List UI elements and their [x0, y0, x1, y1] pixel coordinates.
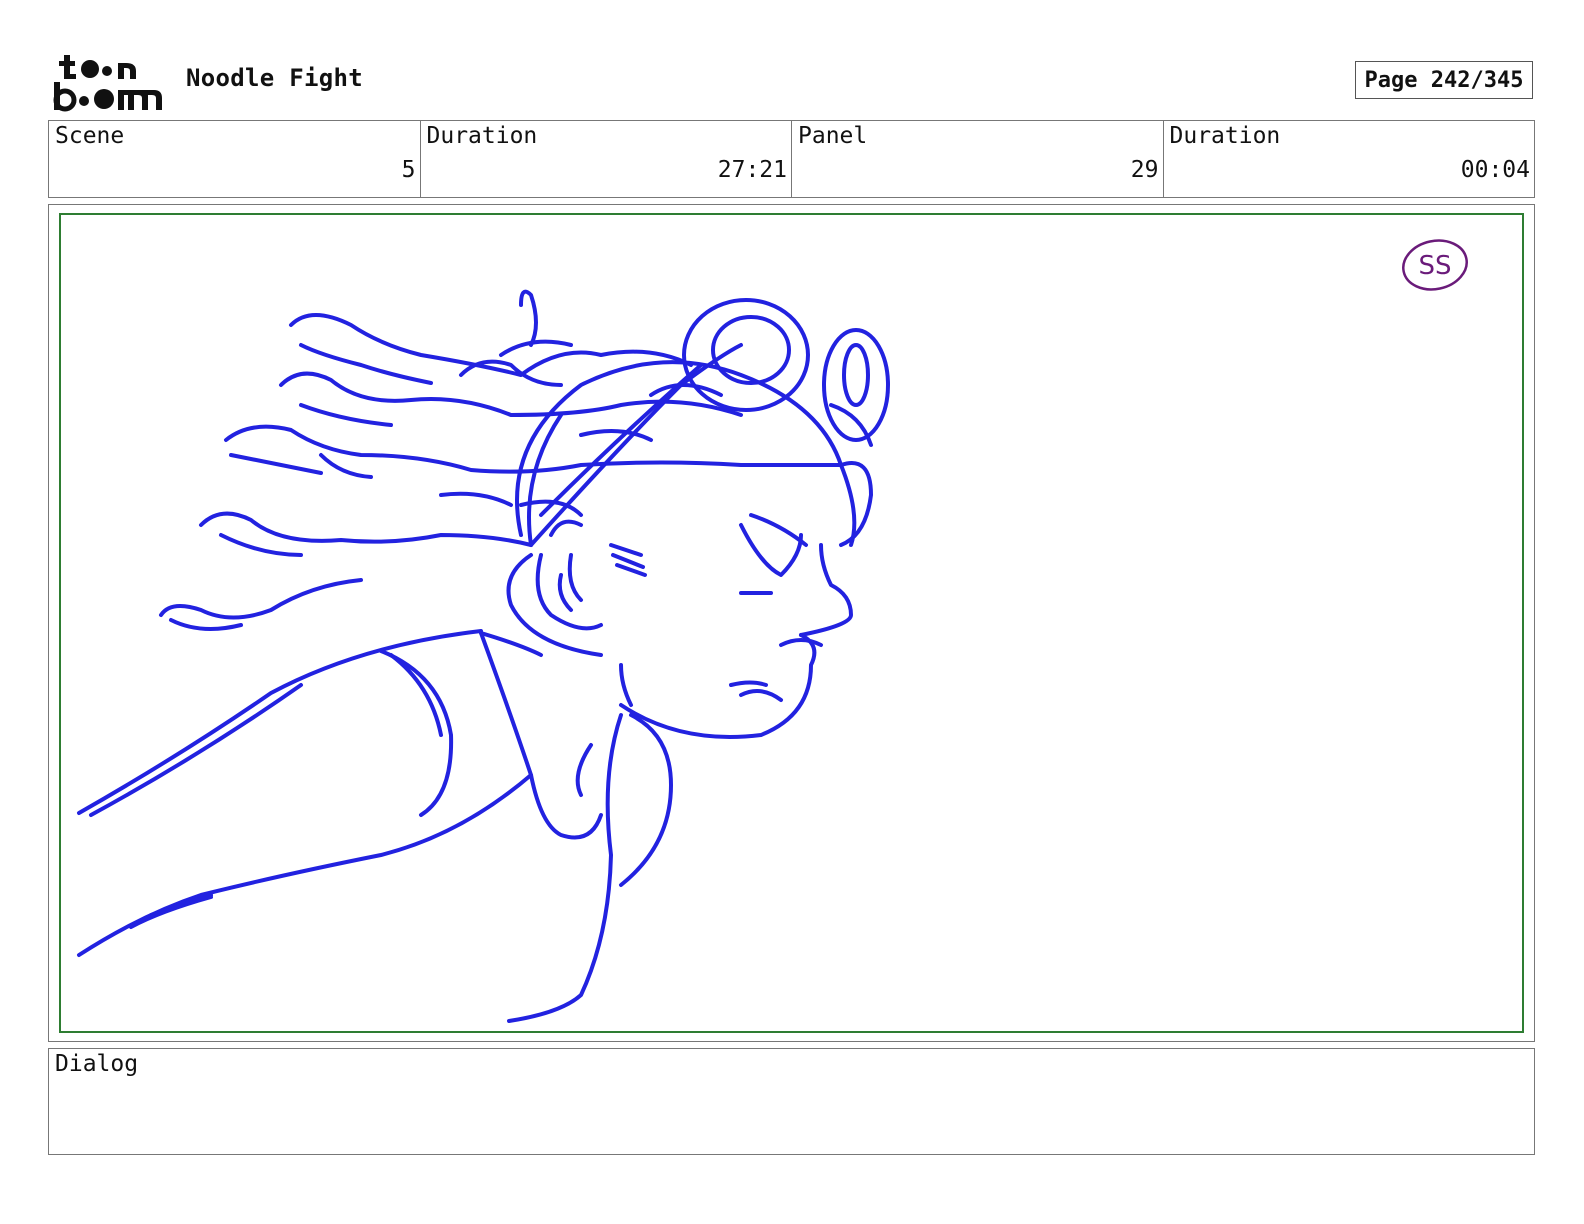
- panel-label: Panel: [798, 123, 868, 149]
- panel-duration-value: 00:04: [1460, 157, 1530, 183]
- panel-cell: Panel 29: [792, 121, 1164, 197]
- panel-duration-cell: Duration 00:04: [1164, 121, 1535, 197]
- scene-duration-cell: Duration 27:21: [421, 121, 792, 197]
- storyboard-info-row: Scene 5 Duration 27:21 Panel 29 Duration…: [48, 120, 1535, 198]
- dialog-label: Dialog: [55, 1051, 139, 1077]
- scene-cell: Scene 5: [49, 121, 421, 197]
- initials-stamp: SS: [1402, 239, 1468, 291]
- sketch-drawing: SS: [77, 239, 1468, 1023]
- panel-canvas: SS: [59, 213, 1524, 1033]
- dialog-box: Dialog: [48, 1048, 1535, 1155]
- scene-value: 5: [401, 157, 416, 183]
- panel-duration-label: Duration: [1169, 123, 1281, 149]
- toon-boom-logo-icon: [53, 55, 162, 112]
- character-sketch: [77, 289, 890, 1023]
- project-title: Noodle Fight: [186, 64, 363, 92]
- panel-value: 29: [1130, 157, 1159, 183]
- scene-duration-value: 27:21: [717, 157, 787, 183]
- scene-label: Scene: [55, 123, 125, 149]
- page-indicator: Page 242/345: [1355, 61, 1533, 99]
- initials-stamp-text: SS: [1418, 251, 1451, 281]
- toon-boom-logo: [50, 52, 166, 112]
- scene-duration-label: Duration: [426, 123, 538, 149]
- panel-frame: SS: [48, 204, 1535, 1042]
